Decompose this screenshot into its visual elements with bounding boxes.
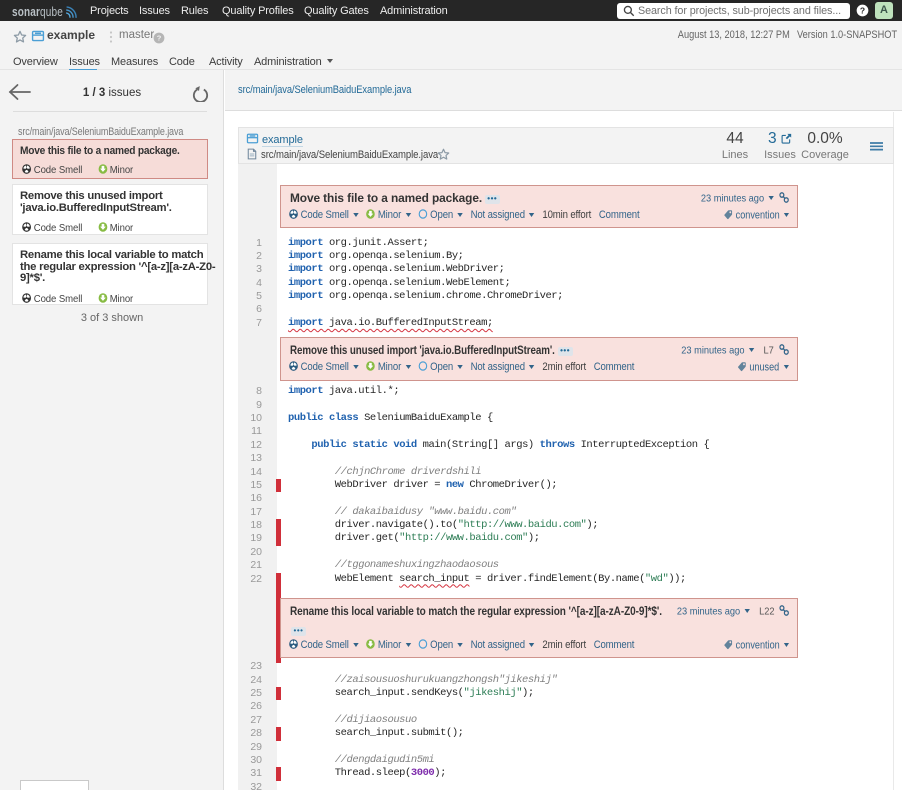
svg-text:?: ? — [157, 33, 162, 42]
svg-text:?: ? — [860, 5, 865, 15]
